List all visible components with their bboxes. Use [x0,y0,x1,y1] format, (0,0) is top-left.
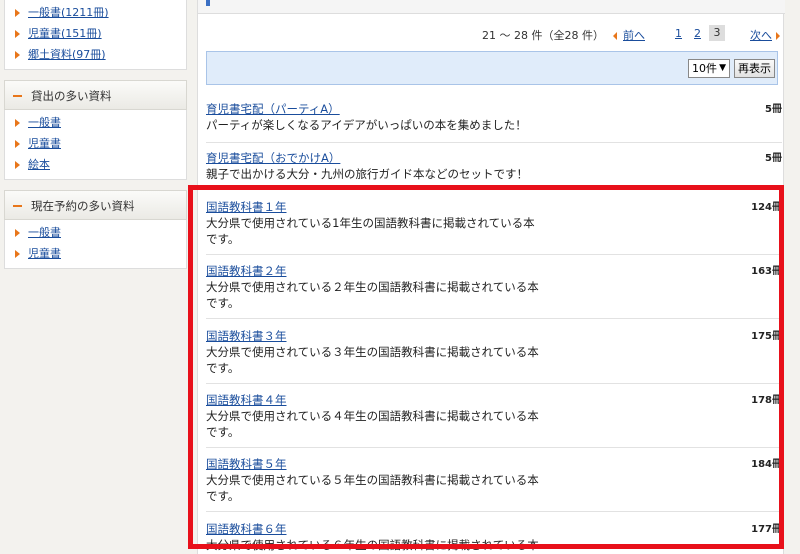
next-page-link[interactable]: 次へ [750,27,780,43]
list-item: 国語教科書５年 184冊 大分県で使用されている５年生の国語教科書に掲載されてい… [206,456,782,512]
display-toolbar: 10件 ▼ 再表示 [206,51,778,85]
item-title-link[interactable]: 国語教科書１年 [206,199,287,215]
list-item: 国語教科書３年 175冊 大分県で使用されている３年生の国語教科書に掲載されてい… [206,328,782,384]
item-count: 5冊 [765,153,782,164]
reserved-item-children[interactable]: 児童書 [5,243,186,264]
item-title-link[interactable]: 国語教科書２年 [206,263,287,279]
per-page-select[interactable]: 10件 ▼ [688,59,730,78]
item-count: 5冊 [765,104,782,115]
arrow-right-icon [15,119,20,127]
item-count: 124冊 [751,202,782,213]
pager: 21 ～ 28 件（全28 件） 前へ 1 2 3 次へ [198,25,785,43]
results-panel: 21 ～ 28 件（全28 件） 前へ 1 2 3 次へ 10件 ▼ 再表示 育児… [197,0,785,554]
page-2-link[interactable]: 2 [694,27,701,40]
arrow-right-icon [15,140,20,148]
item-description: 大分県で使用されている５年生の国語教科書に掲載されている本です。 [206,473,539,503]
item-count: 184冊 [751,459,782,470]
section-heading-most-borrowed[interactable]: 貸出の多い資料 [4,80,187,110]
most-borrowed-list: 一般書 児童書 絵本 [5,110,186,179]
item-title-link[interactable]: 国語教科書５年 [206,456,287,472]
arrow-right-icon [776,32,780,40]
list-item: 国語教科書１年 124冊 大分県で使用されている1年生の国語教科書に掲載されてい… [206,199,782,255]
list-item: 育児書宅配（パーティA） 5冊 パーティが楽しくなるアイデアがいっぱいの本を集め… [206,101,782,143]
item-description: 大分県で使用されている1年生の国語教科書に掲載されている本です。 [206,216,535,246]
most-borrowed-box: 一般書 児童書 絵本 [4,110,187,180]
list-item: 国語教科書２年 163冊 大分県で使用されている２年生の国語教科書に掲載されてい… [206,263,782,319]
item-count: 175冊 [751,331,782,342]
arrow-right-icon [15,229,20,237]
list-item: 国語教科書４年 178冊 大分県で使用されている４年生の国語教科書に掲載されてい… [206,392,782,448]
item-title-link[interactable]: 国語教科書３年 [206,328,287,344]
arrow-right-icon [15,161,20,169]
item-title-link[interactable]: 国語教科書６年 [206,521,287,537]
category-list: 一般書(1211冊) 児童書(151冊) 郷土資料(97冊) [5,0,186,69]
item-count: 163冊 [751,266,782,277]
page-3-current: 3 [709,25,725,41]
arrow-left-icon [613,32,617,40]
item-count: 178冊 [751,395,782,406]
prev-page-link[interactable]: 前へ [613,27,645,43]
sidebar-category-box: 一般書(1211冊) 児童書(151冊) 郷土資料(97冊) [4,0,187,70]
arrow-right-icon [15,250,20,258]
result-count: 21 ～ 28 件（全28 件） [482,29,604,42]
item-description: 大分県で使用されている４年生の国語教科書に掲載されている本です。 [206,409,539,439]
collapse-icon[interactable] [13,94,22,97]
page-1-link[interactable]: 1 [675,27,682,40]
borrowed-item-general[interactable]: 一般書 [5,112,186,133]
item-description: 大分県で使用されている２年生の国語教科書に掲載されている本です。 [206,280,539,310]
reserved-item-general[interactable]: 一般書 [5,222,186,243]
item-description: パーティが楽しくなるアイデアがいっぱいの本を集めました！ [206,118,527,132]
collapse-icon[interactable] [13,204,22,207]
chevron-down-icon: ▼ [719,63,726,73]
item-count: 177冊 [751,524,782,535]
section-heading-most-reserved[interactable]: 現在予約の多い資料 [4,190,187,220]
sidebar-item-general[interactable]: 一般書(1211冊) [5,2,186,23]
item-title-link[interactable]: 育児書宅配（おでかけA） [206,150,340,166]
most-reserved-box: 一般書 児童書 [4,220,187,269]
arrow-right-icon [15,30,20,38]
item-description: 大分県で使用されている３年生の国語教科書に掲載されている本です。 [206,345,539,375]
sidebar-item-local[interactable]: 郷土資料(97冊) [5,44,186,65]
sidebar: 一般書(1211冊) 児童書(151冊) 郷土資料(97冊) 貸出の多い資料 一… [4,0,187,269]
list-item: 育児書宅配（おでかけA） 5冊 親子で出かける大分・九州の旅行ガイド本などのセッ… [206,150,782,188]
borrowed-item-picturebook[interactable]: 絵本 [5,154,186,175]
arrow-right-icon [15,9,20,17]
borrowed-item-children[interactable]: 児童書 [5,133,186,154]
sidebar-item-children[interactable]: 児童書(151冊) [5,23,186,44]
redisplay-button[interactable]: 再表示 [734,59,775,78]
list-item: 国語教科書６年 177冊 大分県で使用されている６年生の国語教科書に掲載されてい… [206,521,782,554]
panel-header [198,0,785,14]
item-description: 親子で出かける大分・九州の旅行ガイド本などのセットです！ [206,167,528,181]
item-title-link[interactable]: 国語教科書４年 [206,392,287,408]
item-description: 大分県で使用されている６年生の国語教科書に掲載されている本です。 [206,538,539,552]
arrow-right-icon [15,51,20,59]
most-reserved-list: 一般書 児童書 [5,220,186,268]
item-title-link[interactable]: 育児書宅配（パーティA） [206,101,340,117]
header-marker [206,0,210,6]
